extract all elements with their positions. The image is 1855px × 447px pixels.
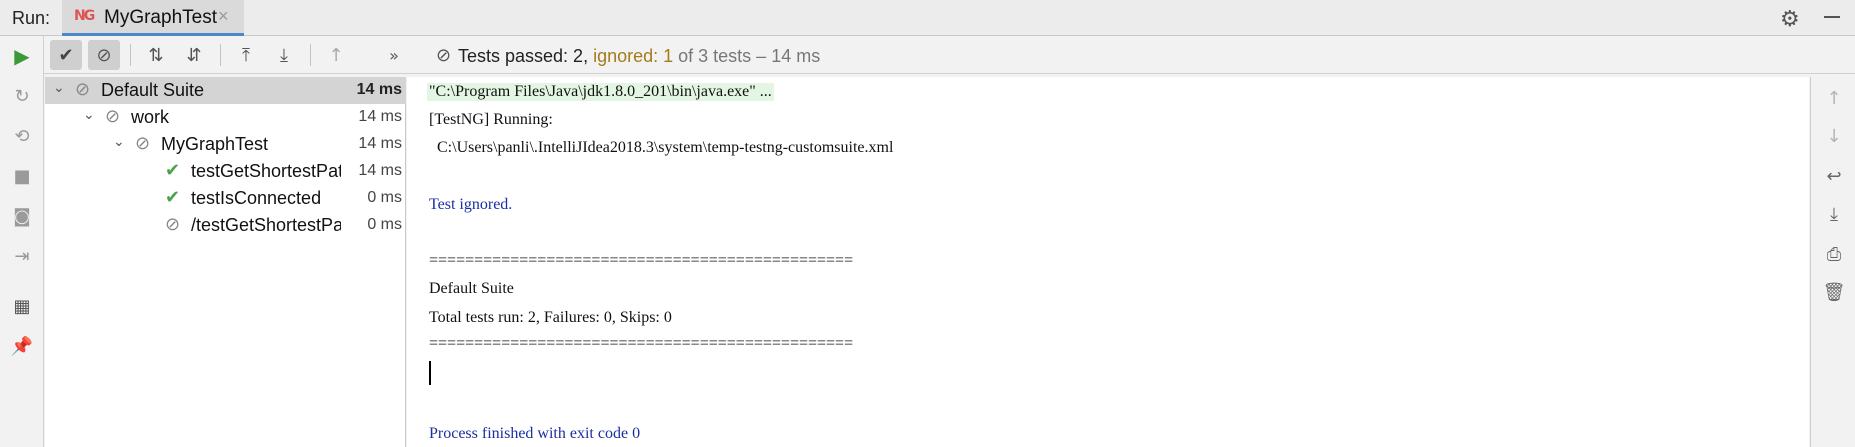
left-action-strip: ▶ ↻ ⟲ ■ ◙ ⇥ ▦ 📌 [0, 36, 44, 447]
console-line: C:\Users\panli\.IntelliJIdea2018.3\syste… [429, 139, 894, 156]
camera-icon[interactable]: ◙ [8, 202, 36, 230]
test-results-tree: ⌄ ⊘ Default Suite 14 ms ⌄ ⊘ work 14 ms ⌄… [45, 77, 406, 447]
tree-row-label: MyGraphTest [161, 134, 269, 154]
ignored-icon: ⊘ [105, 106, 121, 127]
run-tool-window-header: Run: NG MyGraphTest × ⚙ [0, 0, 1855, 36]
trash-icon[interactable]: 🗑 [1821, 279, 1847, 305]
console-line: Process finished with exit code 0 [429, 425, 641, 442]
minimize-icon[interactable] [1824, 16, 1840, 18]
arrow-up-icon[interactable]: ↑ [1821, 85, 1847, 111]
gear-icon[interactable]: ⚙ [1780, 6, 1800, 32]
test-runner-toolbar: ✔ ⊘ ⇅ ⇵ ⤒ ⤓ ↑ » ⊘ Tests passed: 2, ignor… [44, 36, 1855, 74]
console-line-command[interactable]: "C:\Program Files\Java\jdk1.8.0_201\bin\… [427, 83, 774, 101]
console-output[interactable]: "C:\Program Files\Java\jdk1.8.0_201\bin\… [407, 77, 1809, 447]
status-ignored-text: ignored: 1 [593, 46, 674, 66]
layout-icon[interactable]: ▦ [8, 292, 36, 320]
tree-row-testisconnected[interactable]: ✔ testIsConnected 0 ms [45, 185, 406, 212]
console-line: Test ignored. [429, 196, 513, 213]
close-icon[interactable]: × [218, 6, 229, 27]
right-action-strip: ↑ ↓ ↩ ⤓ ⎙ 🗑 [1810, 77, 1855, 447]
tree-row-time: 14 ms [358, 108, 402, 125]
toolbar-separator [130, 44, 131, 66]
tree-row-testgetshortestpath[interactable]: ✔ testGetShortestPath 14 ms [45, 158, 406, 185]
soft-wrap-icon[interactable]: ↩ [1821, 163, 1847, 189]
rerun-icon[interactable]: ▶ [8, 42, 36, 70]
tree-row-time: 14 ms [358, 162, 402, 179]
status-total-text: of 3 tests – 14 ms [673, 46, 821, 66]
tree-row-time: 0 ms [367, 216, 402, 233]
tree-row-label: /testGetShortestPath [191, 215, 341, 235]
toggle-auto-test-icon[interactable]: ⟲ [8, 122, 36, 150]
chevron-down-icon[interactable]: ⌄ [53, 80, 65, 96]
ignored-icon: ⊘ [135, 133, 151, 154]
tree-row-work[interactable]: ⌄ ⊘ work 14 ms [45, 104, 406, 131]
ignored-icon: ⊘ [75, 79, 91, 100]
testng-icon: NG [74, 8, 95, 24]
sort-by-duration-icon[interactable]: ⇵ [178, 40, 210, 70]
passed-icon: ✔ [165, 187, 181, 208]
show-passed-icon[interactable]: ✔ [50, 40, 82, 70]
console-line: ========================================… [429, 335, 854, 352]
more-actions-icon[interactable]: » [378, 40, 410, 70]
tree-row-time: 14 ms [358, 135, 402, 152]
ignored-status-icon: ⊘ [436, 45, 452, 66]
ignored-icon: ⊘ [165, 214, 181, 235]
text-caret [429, 361, 431, 385]
tree-row-label: work [131, 107, 170, 127]
toolbar-separator [310, 44, 311, 66]
tree-row-label: testGetShortestPath [191, 161, 341, 181]
scroll-to-end-icon[interactable]: ⤓ [1821, 201, 1847, 227]
tree-row-label: testIsConnected [191, 188, 322, 208]
sort-alphabetically-icon[interactable]: ⇅ [140, 40, 172, 70]
previous-failed-test-icon[interactable]: ↑ [320, 40, 352, 70]
pin-icon[interactable]: 📌 [8, 332, 36, 360]
tree-row-default-suite[interactable]: ⌄ ⊘ Default Suite 14 ms [45, 77, 406, 104]
console-line: Default Suite [429, 280, 514, 297]
toolbar-separator [220, 44, 221, 66]
tab-title: MyGraphTest [104, 7, 217, 28]
console-line: ========================================… [429, 252, 854, 269]
collapse-all-icon[interactable]: ⤓ [268, 40, 300, 70]
tree-row-mygraphtest[interactable]: ⌄ ⊘ MyGraphTest 14 ms [45, 131, 406, 158]
tree-row-time: 0 ms [367, 189, 402, 206]
expand-all-icon[interactable]: ⤒ [230, 40, 262, 70]
stop-icon[interactable]: ■ [8, 162, 36, 190]
tree-row-time: 14 ms [356, 81, 402, 98]
tree-row-ignored-testgetshortestpath[interactable]: ⊘ /testGetShortestPath 0 ms [45, 212, 406, 239]
tree-row-label: Default Suite [101, 80, 205, 100]
arrow-down-icon[interactable]: ↓ [1821, 123, 1847, 149]
console-line: Total tests run: 2, Failures: 0, Skips: … [429, 309, 672, 326]
rerun-failed-icon[interactable]: ↻ [8, 82, 36, 110]
test-status-summary: Tests passed: 2, ignored: 1 of 3 tests –… [458, 46, 820, 67]
show-ignored-icon[interactable]: ⊘ [88, 40, 120, 70]
console-line: [TestNG] Running: [429, 111, 553, 128]
run-label: Run: [12, 8, 51, 28]
run-tab-mygraphtest[interactable]: NG MyGraphTest × [62, 0, 244, 36]
passed-icon: ✔ [165, 160, 181, 181]
status-passed-text: Tests passed: 2, [458, 46, 594, 66]
chevron-down-icon[interactable]: ⌄ [113, 134, 125, 150]
print-icon[interactable]: ⎙ [1821, 241, 1847, 267]
chevron-down-icon[interactable]: ⌄ [83, 107, 95, 123]
import-tests-icon[interactable]: ⇥ [8, 242, 36, 270]
